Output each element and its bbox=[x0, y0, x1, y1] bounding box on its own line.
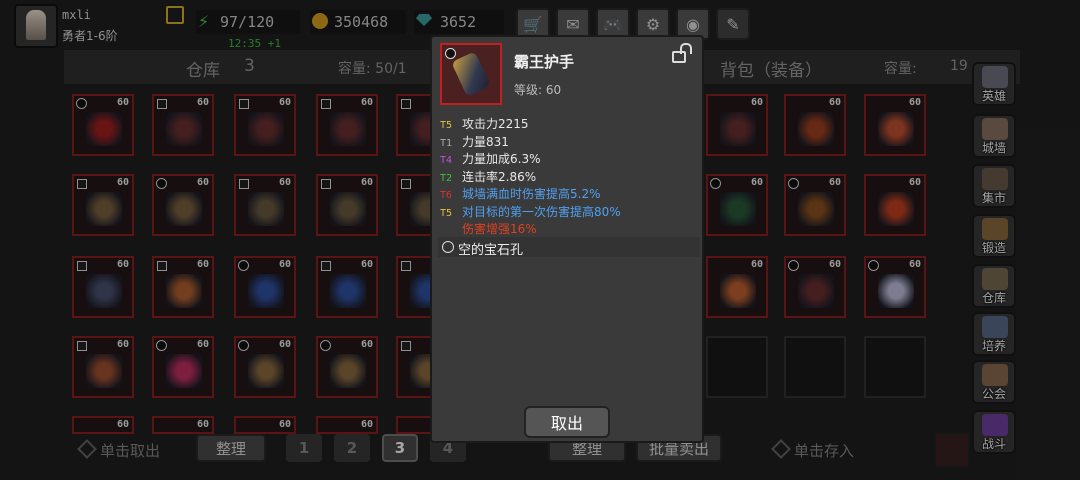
item-level: 等级: 60 bbox=[514, 83, 562, 97]
stat-text: 对目标的第一次伤害提高80% bbox=[462, 204, 621, 219]
item-icon bbox=[440, 43, 502, 105]
stat-tier: T1 bbox=[440, 137, 453, 149]
item-stat-row: T4 力量加成6.3% bbox=[440, 150, 541, 167]
stat-text: 城墙满血时伤害提高5.2% bbox=[462, 187, 601, 201]
stat-tier: T2 bbox=[440, 172, 453, 184]
item-name: 霸王护手 bbox=[514, 53, 575, 71]
item-stat-row: 伤害增强16% bbox=[440, 220, 537, 237]
gem-socket-row[interactable]: 空的宝石孔 bbox=[438, 237, 700, 258]
item-detail-popup: 霸王护手 等级: 60 T5 攻击力2215 T1 力量831 T4 力量加成6.3% T2… bbox=[430, 35, 704, 443]
stat-text: 力量加成6.3% bbox=[462, 152, 541, 166]
stat-tier: T5 bbox=[440, 207, 453, 219]
stat-tier: T6 bbox=[440, 190, 453, 201]
gem-socket-label: 空的宝石孔 bbox=[458, 243, 524, 258]
item-stat-row: T5 攻击力2215 bbox=[440, 115, 529, 132]
stat-text: 伤害增强16% bbox=[462, 222, 537, 236]
take-out-button[interactable]: 取出 bbox=[524, 406, 610, 438]
stat-tier: T4 bbox=[440, 155, 453, 166]
item-stat-row: T6 城墙满血时伤害提高5.2% bbox=[440, 185, 601, 202]
unlock-shackle bbox=[680, 43, 692, 54]
item-stat-row: T1 力量831 bbox=[440, 133, 509, 150]
stat-text: 攻击力2215 bbox=[462, 117, 529, 131]
stat-text: 连击率2.86% bbox=[462, 169, 537, 184]
stat-tier: T5 bbox=[440, 120, 453, 131]
item-stat-row: T5 对目标的第一次伤害提高80% bbox=[440, 203, 621, 220]
stat-text: 力量831 bbox=[462, 134, 509, 149]
item-stat-row: T2 连击率2.86% bbox=[440, 168, 536, 185]
